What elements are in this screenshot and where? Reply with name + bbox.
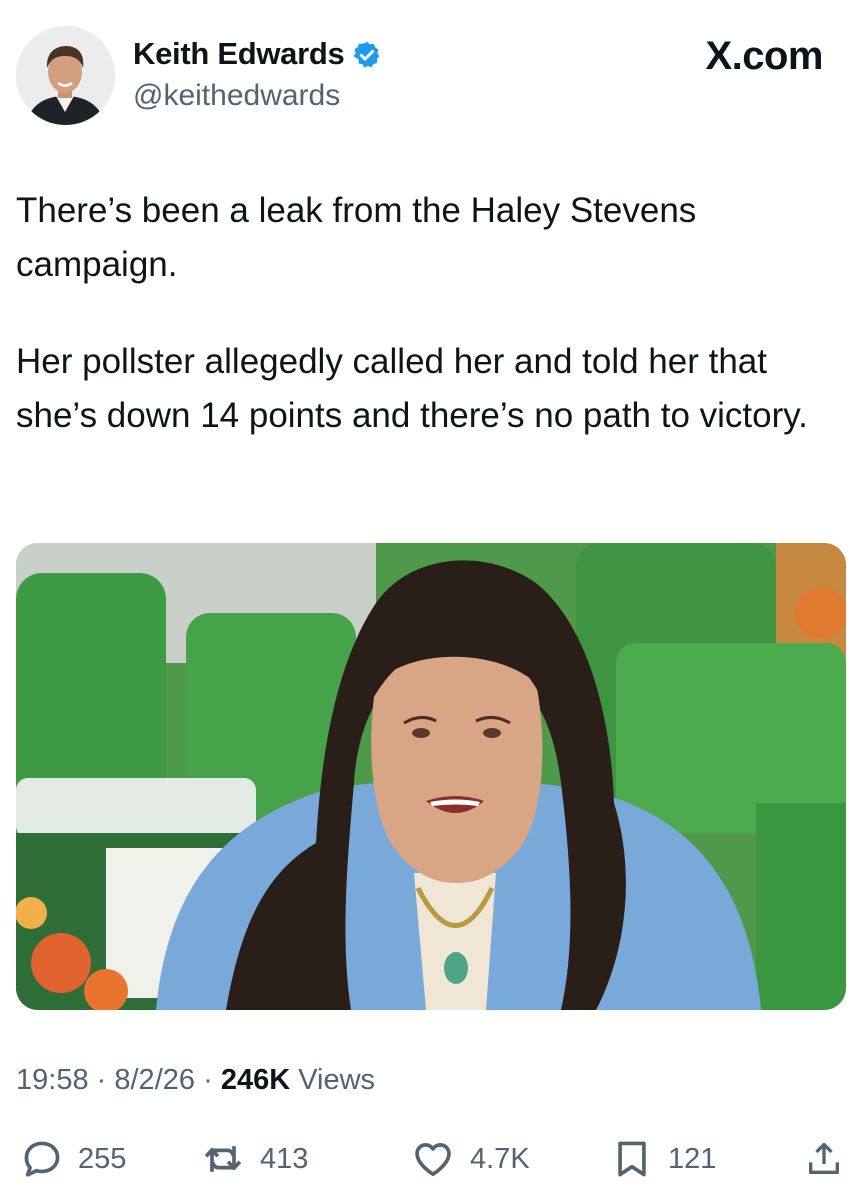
author-name[interactable]: Keith Edwards <box>133 36 345 72</box>
meta-separator: · <box>96 1064 107 1096</box>
tweet-meta: 19:58 · 8/2/26 · 246K Views <box>16 1064 375 1097</box>
author-handle[interactable]: @keithedwards <box>133 79 340 113</box>
bookmark-button[interactable]: 121 <box>610 1134 716 1184</box>
photo-illustration <box>16 543 846 1010</box>
tweet-actions: 255 413 4.7K 121 <box>16 1134 846 1184</box>
tweet-media-photo[interactable] <box>16 543 846 1010</box>
tweet-paragraph: Her pollster allegedly called her and to… <box>16 342 808 435</box>
author-avatar[interactable] <box>16 26 115 125</box>
views-label: Views <box>298 1064 376 1096</box>
reply-icon <box>24 1141 60 1177</box>
tweet-text: There’s been a leak from the Haley Steve… <box>16 184 846 443</box>
tweet-time[interactable]: 19:58 <box>16 1064 89 1096</box>
views-count: 246K <box>220 1064 291 1096</box>
like-button[interactable]: 4.7K <box>410 1134 530 1184</box>
share-button[interactable] <box>804 1134 844 1184</box>
repost-count: 413 <box>260 1142 309 1175</box>
tweet-date[interactable]: 8/2/26 <box>114 1064 195 1096</box>
like-count: 4.7K <box>470 1142 530 1175</box>
brand-watermark: X.com <box>705 34 823 78</box>
reply-count: 255 <box>78 1142 127 1175</box>
tweet-paragraph: There’s been a leak from the Haley Steve… <box>16 191 697 284</box>
meta-separator: · <box>203 1064 213 1096</box>
verified-badge-icon <box>354 42 380 68</box>
bookmark-icon <box>618 1141 646 1177</box>
bookmark-count: 121 <box>668 1142 717 1175</box>
share-icon <box>809 1142 839 1174</box>
author-name-row[interactable]: Keith Edwards <box>133 36 382 72</box>
avatar-image <box>16 26 115 125</box>
repost-button[interactable]: 413 <box>200 1134 308 1184</box>
repost-icon <box>204 1146 242 1172</box>
like-icon <box>415 1143 451 1177</box>
reply-button[interactable]: 255 <box>20 1134 126 1184</box>
